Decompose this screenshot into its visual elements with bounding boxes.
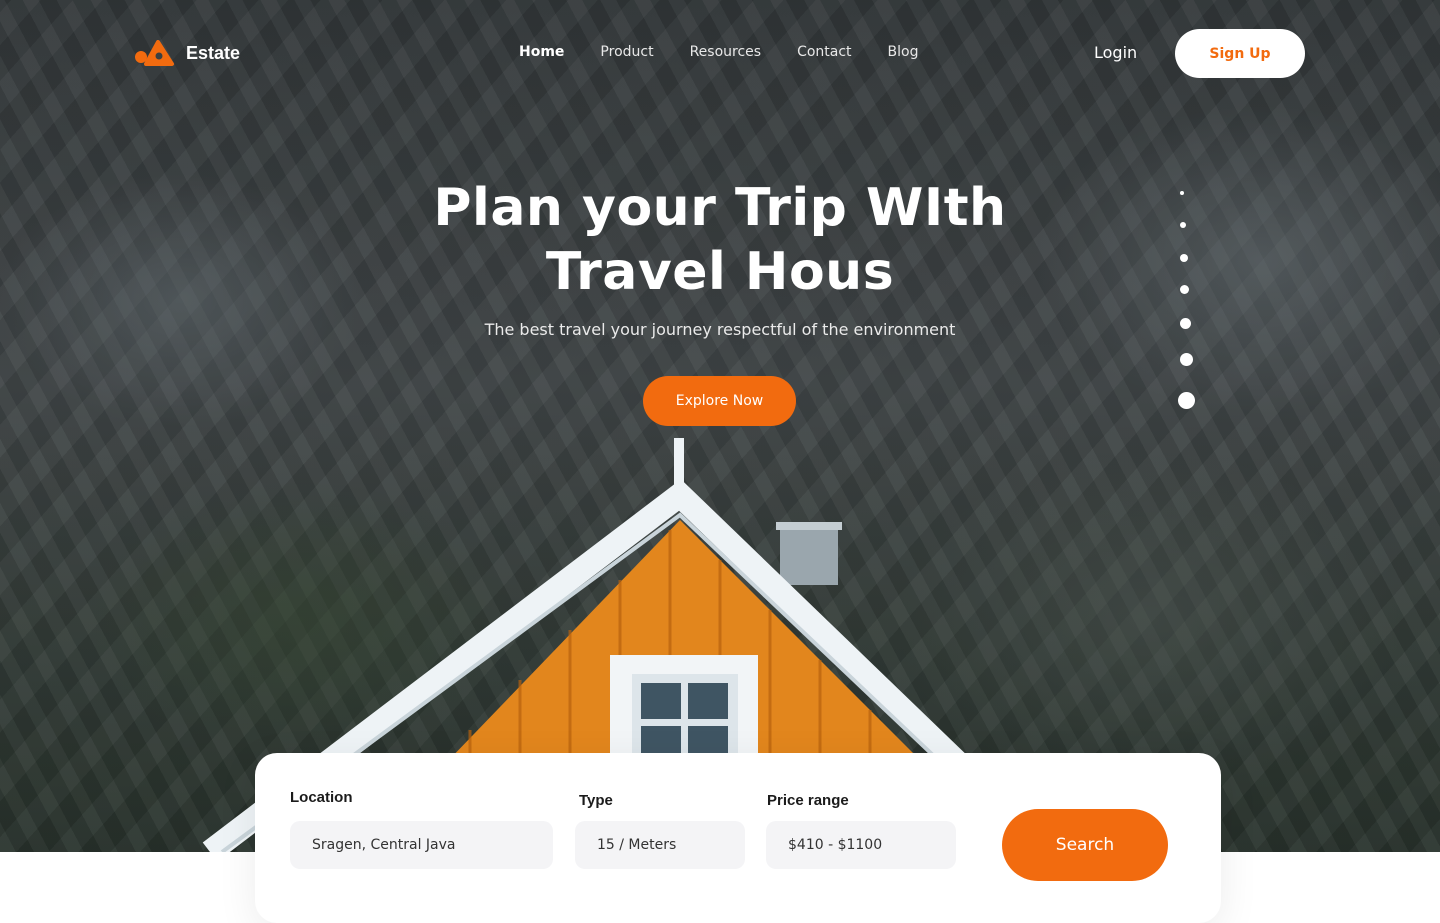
hero-title-line-2: Travel Hous [545,242,895,302]
hero-background [0,0,1440,852]
nav-blog[interactable]: Blog [888,44,919,60]
price-range-input[interactable] [766,821,956,869]
house-illustration [202,438,1059,852]
location-label: Location [290,789,353,806]
brand-name: Estate [186,42,241,63]
signup-button[interactable]: Sign Up [1175,29,1305,78]
search-button[interactable]: Search [1002,809,1168,881]
nav-product[interactable]: Product [600,44,653,60]
pager-dot[interactable] [1180,222,1186,228]
search-card: Location Type Price range Search [255,753,1221,923]
login-link[interactable]: Login [1094,43,1137,62]
logo-icon [135,40,174,66]
nav-home[interactable]: Home [519,44,564,60]
pager-dot-active[interactable] [1178,392,1195,409]
hero-title-line-1: Plan your Trip WIth [433,178,1007,238]
location-input[interactable] [290,821,553,869]
type-label: Type [579,792,613,809]
pager-dot[interactable] [1180,254,1188,262]
hero-title: Plan your Trip WIth Travel Hous [420,176,1020,304]
hero-subtitle: The best travel your journey respectful … [484,320,956,339]
main-nav: Home Product Resources Contact Blog [519,44,955,60]
nav-contact[interactable]: Contact [797,44,851,60]
pager-dot[interactable] [1180,353,1193,366]
pager-dot[interactable] [1180,191,1184,195]
price-range-label: Price range [767,792,849,809]
pager-dot[interactable] [1180,318,1191,329]
pager-dot[interactable] [1180,285,1189,294]
brand-logo[interactable]: Estate [134,40,240,66]
type-input[interactable] [575,821,745,869]
slide-pager [1176,186,1196,416]
explore-now-button[interactable]: Explore Now [643,376,796,426]
nav-resources[interactable]: Resources [690,44,762,60]
